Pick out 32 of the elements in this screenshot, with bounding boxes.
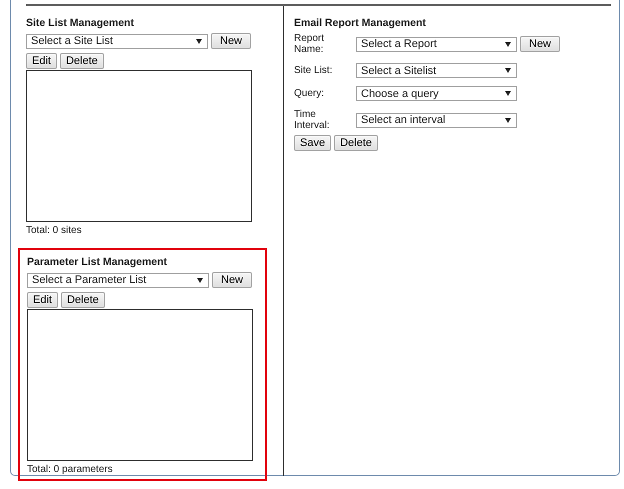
caret-icon — [505, 68, 511, 73]
total-count: Total: 0 sites — [26, 225, 83, 236]
field-label: Query: — [294, 88, 326, 99]
caret-icon — [505, 42, 511, 46]
delete-button[interactable]: Delete — [60, 53, 104, 69]
field-select[interactable]: Choose a query — [356, 86, 517, 101]
edit-button[interactable]: Edit — [26, 53, 57, 69]
delete-button[interactable]: Delete — [60, 292, 105, 308]
caret-icon — [197, 278, 203, 282]
new-button[interactable]: New — [211, 33, 252, 49]
field-select[interactable]: Select an interval — [356, 112, 517, 128]
section-title: Parameter List Management — [27, 256, 168, 268]
section-title: Site List Management — [26, 17, 135, 29]
list-box[interactable] — [27, 309, 253, 461]
save-button[interactable]: Save — [294, 135, 332, 151]
caret-icon — [505, 91, 511, 96]
delete-button[interactable]: Delete — [334, 135, 378, 151]
caret-icon — [505, 118, 511, 122]
new-button[interactable]: New — [212, 272, 252, 288]
field-label: Report Name: — [294, 33, 326, 55]
field-select[interactable]: Select a Report — [356, 36, 517, 52]
list-box[interactable] — [26, 70, 252, 222]
field-select[interactable]: Select a Sitelist — [356, 63, 517, 78]
caret-icon — [196, 38, 202, 44]
edit-button[interactable]: Edit — [27, 292, 58, 308]
list-select[interactable]: Select a Site List — [26, 34, 208, 48]
section-title: Email Report Management — [294, 17, 427, 29]
field-label: Time Interval: — [294, 109, 331, 131]
field-label: Site List: — [294, 65, 334, 76]
total-count: Total: 0 parameters — [27, 464, 114, 475]
list-select[interactable]: Select a Parameter List — [27, 272, 209, 288]
new-button[interactable]: New — [520, 36, 560, 52]
